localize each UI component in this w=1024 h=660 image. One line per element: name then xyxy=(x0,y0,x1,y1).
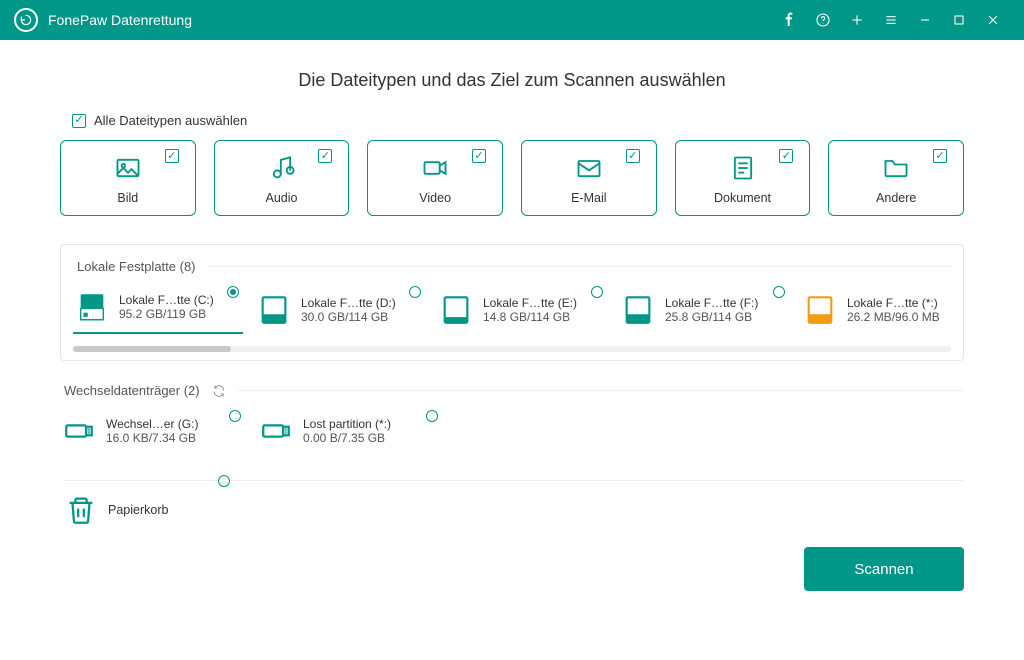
type-card-image[interactable]: ✓ Bild xyxy=(60,140,196,216)
hdd-icon xyxy=(257,293,291,327)
drive-size: 95.2 GB/119 GB xyxy=(119,307,214,321)
select-all-checkbox[interactable]: ✓ Alle Dateitypen auswählen xyxy=(72,113,964,128)
usb-icon xyxy=(62,414,96,448)
checkbox-icon: ✓ xyxy=(626,149,640,163)
section-label: Lokale Festplatte (8) xyxy=(77,259,196,274)
drive-item[interactable]: Wechsel…er (G:)16.0 KB/7.34 GB xyxy=(60,410,245,452)
type-label: Audio xyxy=(223,191,341,205)
plus-icon[interactable] xyxy=(840,0,874,40)
usb-icon xyxy=(259,414,293,448)
drive-name: Lokale F…tte (*:) xyxy=(847,296,940,310)
drive-size: 25.8 GB/114 GB xyxy=(665,310,758,324)
drive-item[interactable]: Lokale F…tte (D:)30.0 GB/114 GB xyxy=(255,286,425,334)
trash-label: Papierkorb xyxy=(108,503,168,517)
close-button[interactable] xyxy=(976,0,1010,40)
drive-item[interactable]: Lokale F…tte (E:)14.8 GB/114 GB xyxy=(437,286,607,334)
checkbox-icon: ✓ xyxy=(472,149,486,163)
hdd-icon xyxy=(75,290,109,324)
type-card-document[interactable]: ✓ Dokument xyxy=(675,140,811,216)
drive-size: 16.0 KB/7.34 GB xyxy=(106,431,198,445)
type-label: Bild xyxy=(69,191,187,205)
drive-size: 14.8 GB/114 GB xyxy=(483,310,577,324)
removable-section: Wechseldatenträger (2) Wechsel…er (G:)16… xyxy=(60,383,964,462)
radio-icon xyxy=(409,286,421,298)
radio-icon xyxy=(229,410,241,422)
horizontal-scrollbar[interactable] xyxy=(73,346,951,352)
maximize-button[interactable] xyxy=(942,0,976,40)
checkbox-icon: ✓ xyxy=(72,114,86,128)
radio-icon xyxy=(426,410,438,422)
radio-icon xyxy=(591,286,603,298)
file-type-row: ✓ Bild ✓ Audio ✓ Video ✓ E-Mail ✓ Dokume… xyxy=(60,140,964,216)
radio-icon xyxy=(218,475,230,487)
drive-name: Lokale F…tte (F:) xyxy=(665,296,758,310)
type-card-other[interactable]: ✓ Andere xyxy=(828,140,964,216)
local-drives-list: Lokale F…tte (C:)95.2 GB/119 GB Lokale F… xyxy=(73,286,951,344)
drive-name: Lokale F…tte (D:) xyxy=(301,296,396,310)
section-label: Wechseldatenträger (2) xyxy=(64,383,200,398)
drive-item[interactable]: Lokale F…tte (C:)95.2 GB/119 GB xyxy=(73,286,243,334)
type-card-email[interactable]: ✓ E-Mail xyxy=(521,140,657,216)
menu-icon[interactable] xyxy=(874,0,908,40)
drive-item[interactable]: Lost partition (*:)0.00 B/7.35 GB xyxy=(257,410,442,452)
drive-name: Lost partition (*:) xyxy=(303,417,391,431)
app-title: FonePaw Datenrettung xyxy=(48,12,192,28)
facebook-icon[interactable] xyxy=(772,0,806,40)
type-label: E-Mail xyxy=(530,191,648,205)
titlebar: FonePaw Datenrettung xyxy=(0,0,1024,40)
checkbox-icon: ✓ xyxy=(933,149,947,163)
hdd-icon xyxy=(803,293,837,327)
radio-icon xyxy=(227,286,239,298)
type-label: Dokument xyxy=(684,191,802,205)
type-card-audio[interactable]: ✓ Audio xyxy=(214,140,350,216)
drive-item[interactable]: Lokale F…tte (F:)25.8 GB/114 GB xyxy=(619,286,789,334)
drive-size: 26.2 MB/96.0 MB xyxy=(847,310,940,324)
drive-name: Lokale F…tte (E:) xyxy=(483,296,577,310)
app-logo xyxy=(14,8,38,32)
drive-size: 30.0 GB/114 GB xyxy=(301,310,396,324)
drive-item[interactable]: Lokale F…tte (*:)26.2 MB/96.0 MB xyxy=(801,286,971,334)
type-card-video[interactable]: ✓ Video xyxy=(367,140,503,216)
local-drives-section: Lokale Festplatte (8) Lokale F…tte (C:)9… xyxy=(60,244,964,361)
type-label: Video xyxy=(376,191,494,205)
type-label: Andere xyxy=(837,191,955,205)
checkbox-icon: ✓ xyxy=(318,149,332,163)
page-heading: Die Dateitypen und das Ziel zum Scannen … xyxy=(60,70,964,91)
radio-icon xyxy=(773,286,785,298)
help-icon[interactable] xyxy=(806,0,840,40)
trash-icon xyxy=(64,493,98,527)
checkbox-icon: ✓ xyxy=(165,149,179,163)
drive-name: Wechsel…er (G:) xyxy=(106,417,198,431)
minimize-button[interactable] xyxy=(908,0,942,40)
hdd-icon xyxy=(621,293,655,327)
hdd-icon xyxy=(439,293,473,327)
checkbox-icon: ✓ xyxy=(779,149,793,163)
recycle-bin-item[interactable]: Papierkorb xyxy=(64,493,234,527)
scan-button[interactable]: Scannen xyxy=(804,547,964,591)
refresh-icon[interactable] xyxy=(212,384,226,398)
removable-drives-list: Wechsel…er (G:)16.0 KB/7.34 GB Lost part… xyxy=(60,410,964,462)
drive-size: 0.00 B/7.35 GB xyxy=(303,431,391,445)
select-all-label: Alle Dateitypen auswählen xyxy=(94,113,247,128)
drive-name: Lokale F…tte (C:) xyxy=(119,293,214,307)
